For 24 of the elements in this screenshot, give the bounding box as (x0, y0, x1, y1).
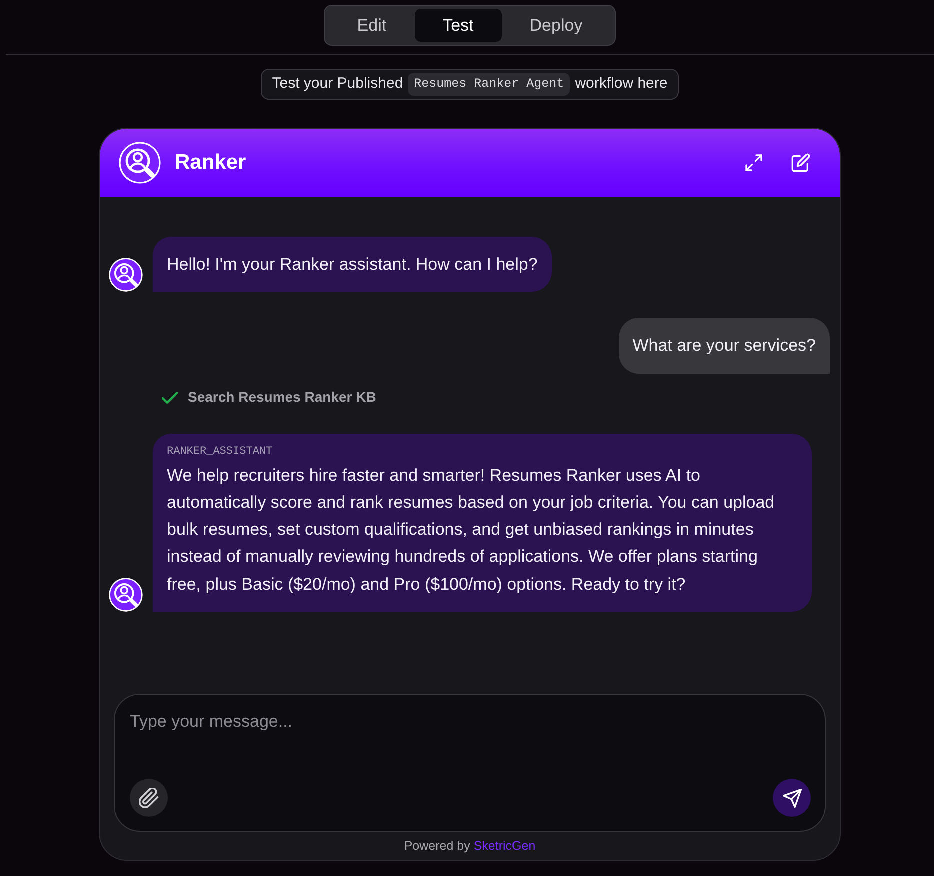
sender-label: RANKER_ASSISTANT (167, 444, 274, 459)
send-icon (782, 788, 802, 808)
tab[interactable]: Test (414, 9, 502, 42)
tool-step-label: Search Resumes Ranker KB (188, 388, 376, 408)
expand-icon (744, 153, 764, 173)
tab[interactable]: Edit (329, 9, 415, 42)
message-composer[interactable]: Type your message... (114, 694, 826, 832)
agent-avatar-icon (119, 142, 161, 184)
powered-by-text: Powered by SketricGen (404, 838, 536, 855)
edit-icon (791, 153, 811, 173)
paperclip-icon (139, 788, 159, 808)
attach-button[interactable] (130, 779, 168, 817)
banner-text: Test your Published (272, 74, 404, 94)
message-text: Hello! I'm your Ranker assistant. How can I help? (167, 254, 538, 276)
tab[interactable]: Deploy (502, 9, 611, 42)
workflow-name-tag: Resumes Ranker Agent (408, 73, 570, 96)
message-text: We help recruiters hire faster and smarter! Resumes Ranker uses AI to automatically score and rank resumes based on your job criteria. You can upload bulk resumes, set custom qualifications, and get unbiased rankings in minutes instead of manually reviewing hundreds of applications. We offer plans starting free, plus Basic ($20/mo) and Pro ($100/mo) options. Ready to try it? (167, 464, 776, 596)
assistant-avatar-icon (109, 578, 143, 612)
send-button[interactable] (773, 779, 811, 817)
message-input[interactable]: Type your message... (130, 709, 811, 779)
chat-title: Ranker (175, 150, 246, 176)
banner-text: workflow here (575, 74, 668, 94)
message-text: What are your services? (632, 335, 816, 358)
assistant-avatar-icon (109, 258, 143, 292)
